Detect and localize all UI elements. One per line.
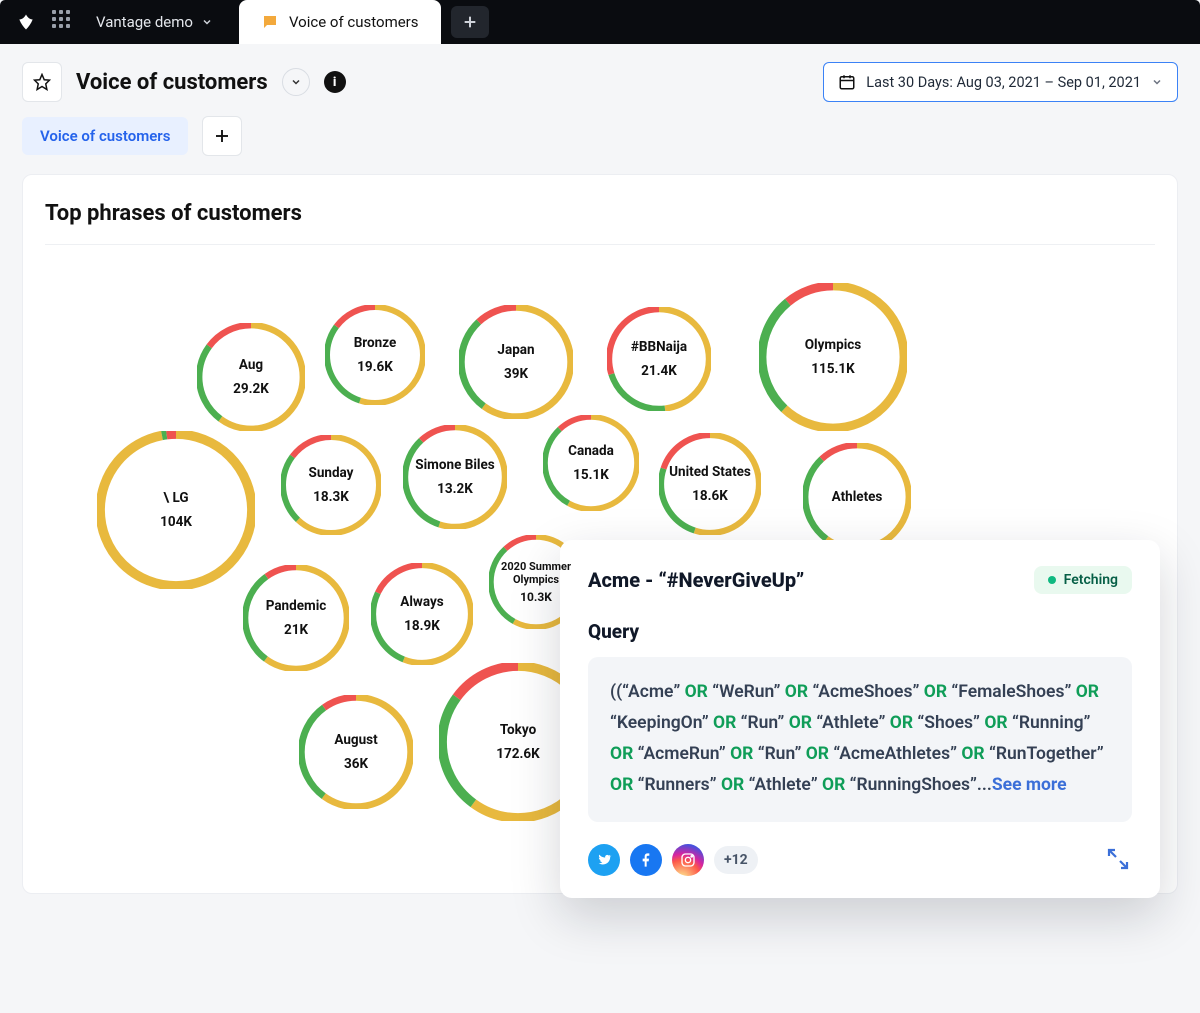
bubble-count: 13.2K	[437, 481, 473, 497]
query-detail-panel: Acme - “#NeverGiveUp” Fetching Query ((“…	[560, 540, 1160, 898]
card-title: Top phrases of customers	[45, 201, 1155, 245]
tab-label: Voice of customers	[289, 13, 419, 31]
bubble-count: 115.1K	[811, 361, 854, 377]
bubble-item[interactable]: #BBNaija 21.4K	[607, 307, 711, 411]
calendar-icon	[838, 73, 856, 91]
chevron-down-icon	[201, 16, 213, 28]
plus-icon	[462, 14, 478, 30]
panel-title: Acme - “#NeverGiveUp”	[588, 568, 804, 592]
bubble-label: 2020 Summer Olympics	[489, 560, 583, 586]
see-more-link[interactable]: See more	[992, 775, 1067, 795]
bubble-label: Canada	[560, 443, 622, 459]
bubble-item[interactable]: Simone Biles 13.2K	[403, 425, 507, 529]
bubble-count: 18.9K	[404, 618, 440, 634]
bubble-count: 104K	[160, 514, 192, 530]
bubble-item[interactable]: Aug 29.2K	[197, 323, 305, 431]
bubble-item[interactable]: August 36K	[299, 695, 413, 809]
section-chips: Voice of customers	[0, 112, 1200, 174]
bubble-label: Always	[392, 594, 451, 610]
logo-icon	[14, 10, 38, 34]
info-button[interactable]: i	[324, 71, 346, 93]
page-title: Voice of customers	[76, 70, 268, 95]
bubble-label: August	[326, 732, 385, 748]
bubble-label: Japan	[489, 342, 542, 358]
bubble-item[interactable]: \ LG 104K	[97, 431, 255, 589]
chat-icon	[261, 13, 279, 31]
workspace-selector[interactable]: Vantage demo	[96, 13, 213, 31]
bubble-item[interactable]: Bronze 19.6K	[325, 305, 425, 405]
topbar: Vantage demo Voice of customers	[0, 0, 1200, 44]
bubble-label: #BBNaija	[623, 339, 695, 355]
date-range-label: Last 30 Days: Aug 03, 2021 – Sep 01, 202…	[866, 74, 1141, 91]
expand-button[interactable]	[1106, 847, 1132, 873]
bubble-count: 18.6K	[692, 488, 728, 504]
bubble-label: Simone Biles	[407, 457, 502, 473]
page-header: Voice of customers i Last 30 Days: Aug 0…	[0, 44, 1200, 112]
workspace-name: Vantage demo	[96, 13, 193, 31]
bubble-label: Athletes	[824, 489, 891, 505]
social-more-count[interactable]: +12	[714, 846, 758, 874]
chip-voice-of-customers[interactable]: Voice of customers	[22, 117, 188, 155]
new-tab-button[interactable]	[451, 6, 489, 38]
bubble-label: Tokyo	[492, 722, 544, 738]
bubble-label: United States	[661, 464, 759, 480]
bubble-item[interactable]: United States 18.6K	[659, 433, 761, 535]
bubble-item[interactable]: Always 18.9K	[371, 563, 473, 665]
chevron-down-icon	[290, 76, 302, 88]
chevron-down-icon	[1151, 76, 1163, 88]
instagram-icon[interactable]	[672, 844, 704, 876]
bubble-count: 10.3K	[520, 590, 552, 604]
title-dropdown[interactable]	[282, 68, 310, 96]
plus-icon	[213, 127, 231, 145]
bubble-item[interactable]: Olympics 115.1K	[759, 283, 907, 431]
bubble-count: 39K	[504, 366, 528, 382]
status-badge: Fetching	[1034, 566, 1132, 594]
status-dot-icon	[1048, 576, 1056, 584]
bubble-item[interactable]: Sunday 18.3K	[281, 435, 381, 535]
query-box: ((“Acme” OR “WeRun” OR “AcmeShoes” OR “F…	[588, 657, 1132, 822]
bubble-item[interactable]: Canada 15.1K	[543, 415, 639, 511]
social-sources: +12	[588, 844, 758, 876]
bubble-label: Sunday	[301, 465, 362, 481]
bubble-count: 29.2K	[233, 381, 269, 397]
chip-label: Voice of customers	[40, 127, 170, 145]
star-icon	[33, 73, 51, 91]
bubble-count: 19.6K	[357, 359, 393, 375]
facebook-icon[interactable]	[630, 844, 662, 876]
bubble-item[interactable]: Athletes	[803, 443, 911, 551]
bubble-count: 21.4K	[641, 363, 677, 379]
bubble-count: 21K	[284, 622, 308, 638]
bubble-count: 15.1K	[573, 467, 609, 483]
bubble-item[interactable]: Pandemic 21K	[243, 565, 349, 671]
bubble-count: 172.6K	[496, 746, 539, 762]
expand-icon	[1106, 847, 1130, 871]
panel-subtitle: Query	[588, 620, 1132, 643]
bubble-count: 18.3K	[313, 489, 349, 505]
status-label: Fetching	[1064, 572, 1118, 588]
date-range-picker[interactable]: Last 30 Days: Aug 03, 2021 – Sep 01, 202…	[823, 62, 1178, 102]
bubble-label: Bronze	[346, 335, 405, 351]
favorite-button[interactable]	[22, 62, 62, 102]
bubble-label: Pandemic	[258, 598, 335, 614]
bubble-count: 36K	[344, 756, 368, 772]
tab-voice-of-customers[interactable]: Voice of customers	[239, 0, 441, 44]
twitter-icon[interactable]	[588, 844, 620, 876]
bubble-label: Olympics	[797, 337, 870, 353]
bubble-label: \ LG	[155, 490, 196, 506]
app-switcher-icon[interactable]	[52, 10, 76, 34]
add-section-button[interactable]	[202, 116, 242, 156]
bubble-item[interactable]: Japan 39K	[459, 305, 573, 419]
bubble-label: Aug	[231, 357, 271, 373]
